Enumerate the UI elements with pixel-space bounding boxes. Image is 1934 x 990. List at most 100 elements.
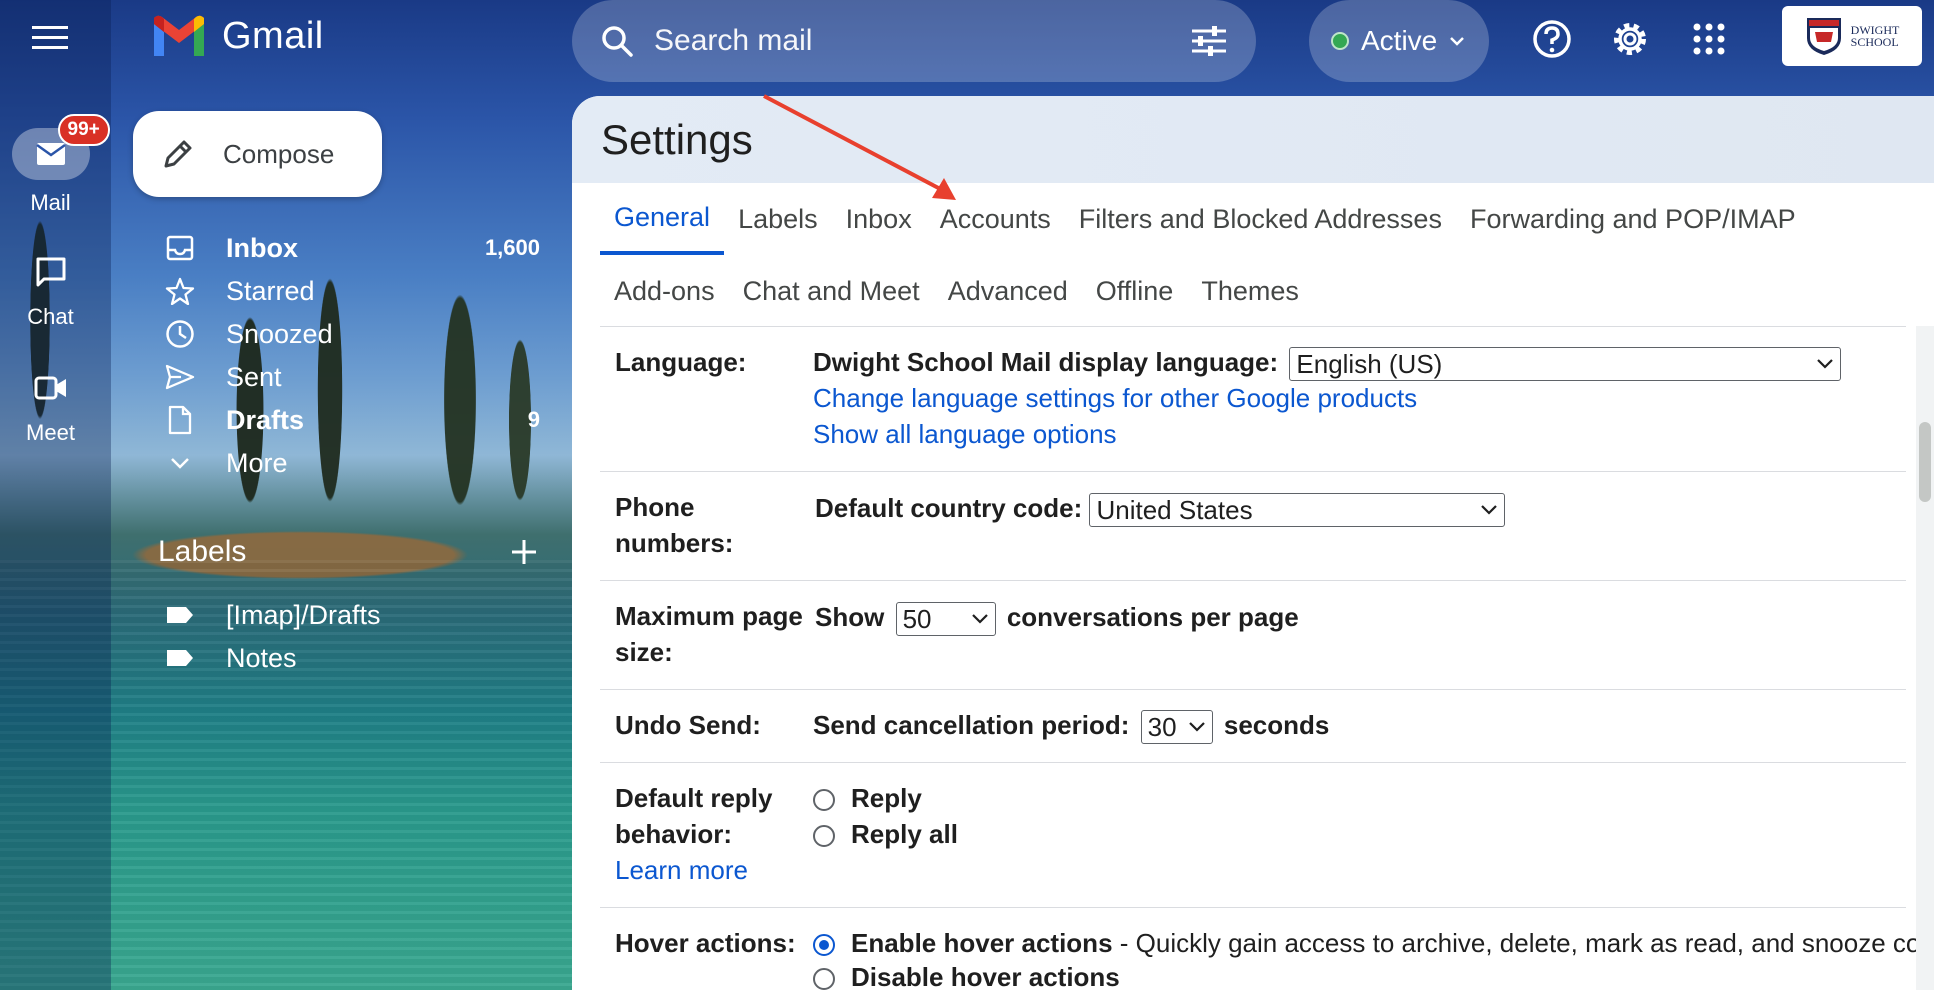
tab-addons[interactable]: Add-ons	[600, 255, 729, 327]
reply-all-radio[interactable]	[813, 825, 835, 848]
display-language-value: English (US)	[1296, 349, 1443, 380]
page-title: Settings	[572, 96, 1934, 183]
chevron-down-icon	[971, 614, 988, 624]
chevron-down-icon	[1188, 722, 1205, 732]
reply-all-option[interactable]: Reply all	[813, 816, 958, 852]
nav-more[interactable]: More	[160, 443, 540, 483]
label-item[interactable]: [Imap]/Drafts	[160, 595, 540, 635]
search-options-icon[interactable]	[1190, 24, 1228, 58]
nav-inbox[interactable]: Inbox 1,600	[160, 228, 540, 268]
disable-hover-radio[interactable]	[813, 968, 835, 990]
settings-button[interactable]	[1605, 14, 1655, 64]
show-language-options-link[interactable]: Show all language options	[813, 416, 1117, 452]
tab-offline[interactable]: Offline	[1082, 255, 1188, 327]
nav-sent[interactable]: Sent	[160, 357, 540, 397]
help-button[interactable]	[1527, 14, 1577, 64]
draft-file-icon	[160, 400, 200, 440]
tab-accounts[interactable]: Accounts	[926, 183, 1065, 255]
tab-advanced[interactable]: Advanced	[934, 255, 1082, 327]
rail-meet[interactable]: Meet	[0, 362, 101, 446]
page-size-prefix: Show	[815, 602, 885, 632]
row-divider	[600, 580, 1906, 581]
nav-snoozed[interactable]: Snoozed	[160, 314, 540, 354]
row-divider	[600, 689, 1906, 690]
settings-panel: Settings General Labels Inbox Accounts F…	[572, 96, 1934, 990]
gmail-m-icon	[154, 15, 204, 56]
country-code-value: United States	[1096, 495, 1253, 526]
scrollbar-thumb[interactable]	[1919, 422, 1931, 502]
nav-drafts-count: 9	[527, 407, 540, 432]
tab-labels[interactable]: Labels	[724, 183, 832, 255]
cancellation-period-suffix: seconds	[1223, 710, 1330, 740]
display-language-label: Dwight School Mail display language:	[813, 347, 1279, 377]
nav-drafts[interactable]: Drafts 9	[160, 400, 540, 440]
tab-filters[interactable]: Filters and Blocked Addresses	[1065, 183, 1456, 255]
rail-chat[interactable]: Chat	[0, 246, 101, 330]
disable-hover-option[interactable]: Disable hover actions	[813, 959, 1120, 990]
clock-icon	[160, 314, 200, 354]
gmail-logo[interactable]: Gmail	[150, 14, 324, 58]
video-camera-icon	[34, 376, 66, 400]
nav-starred-label: Starred	[226, 275, 315, 306]
app-name: Gmail	[222, 14, 324, 57]
reply-label-line1: Default reply	[615, 783, 773, 813]
tab-general[interactable]: General	[600, 183, 725, 255]
rail-mail-pill: 99+	[11, 114, 110, 180]
disable-hover-label: Disable hover actions	[851, 962, 1120, 990]
mail-icon	[35, 143, 66, 165]
tab-inbox[interactable]: Inbox	[832, 183, 926, 255]
search-input[interactable]	[654, 24, 1190, 58]
settings-scrollbar[interactable]	[1916, 326, 1934, 990]
reply-option[interactable]: Reply	[813, 780, 922, 816]
chevron-down-icon	[160, 443, 200, 483]
reply-label-line2: behavior:	[615, 819, 733, 849]
nav-snoozed-label: Snoozed	[226, 318, 333, 349]
tab-forwarding[interactable]: Forwarding and POP/IMAP	[1456, 183, 1810, 255]
nav-sent-label: Sent	[226, 361, 282, 392]
main-menu-button[interactable]	[22, 18, 78, 58]
change-language-link[interactable]: Change language settings for other Googl…	[813, 380, 1417, 416]
undo-send-setting: Send cancellation period: 30 seconds	[813, 707, 1330, 745]
label-item[interactable]: Notes	[160, 638, 540, 678]
compose-label: Compose	[223, 138, 335, 169]
rail-chat-label: Chat	[27, 304, 74, 329]
pencil-icon	[164, 140, 192, 168]
cancellation-period-label: Send cancellation period:	[813, 710, 1130, 740]
labels-title: Labels	[158, 535, 247, 568]
tab-themes[interactable]: Themes	[1187, 255, 1313, 327]
reply-all-option-label: Reply all	[851, 819, 958, 849]
display-language-select[interactable]: English (US)	[1289, 347, 1842, 382]
undo-send-label: Undo Send:	[615, 710, 761, 740]
label-tag-icon	[160, 638, 200, 678]
hamburger-menu-icon	[32, 26, 68, 49]
cancellation-period-value: 30	[1147, 712, 1177, 743]
cancellation-period-select[interactable]: 30	[1140, 710, 1213, 745]
page-size-select[interactable]: 50	[895, 602, 996, 637]
compose-button[interactable]: Compose	[133, 111, 382, 197]
nav-starred[interactable]: Starred	[160, 271, 540, 311]
nav-inbox-count: 1,600	[484, 235, 540, 260]
row-divider	[600, 471, 1906, 472]
label-item-name: [Imap]/Drafts	[226, 599, 381, 630]
tabs-divider	[600, 326, 1906, 327]
search-bar[interactable]	[572, 0, 1256, 82]
apps-grid-icon	[1693, 23, 1725, 55]
rail-mail[interactable]: 99+ Mail	[0, 114, 110, 216]
nav-drafts-label: Drafts	[226, 404, 305, 435]
nav-more-label: More	[226, 447, 288, 478]
page-size-label-line1: Maximum page	[615, 601, 803, 631]
learn-more-link[interactable]: Learn more	[615, 852, 748, 888]
reply-radio[interactable]	[813, 789, 835, 812]
chevron-down-icon	[1817, 359, 1834, 369]
tab-chat-meet[interactable]: Chat and Meet	[729, 255, 934, 327]
enable-hover-option[interactable]: Enable hover actions - Quickly gain acce…	[813, 925, 1934, 961]
apps-button[interactable]	[1684, 14, 1734, 64]
add-label-icon[interactable]	[510, 538, 538, 566]
country-code-select[interactable]: United States	[1089, 493, 1506, 528]
mail-unread-badge: 99+	[57, 114, 110, 146]
status-selector[interactable]: Active	[1309, 0, 1489, 82]
help-icon	[1533, 20, 1571, 58]
send-icon	[160, 357, 200, 397]
enable-hover-radio[interactable]	[813, 934, 835, 957]
account-button[interactable]: DWIGHT SCHOOL	[1782, 6, 1922, 66]
